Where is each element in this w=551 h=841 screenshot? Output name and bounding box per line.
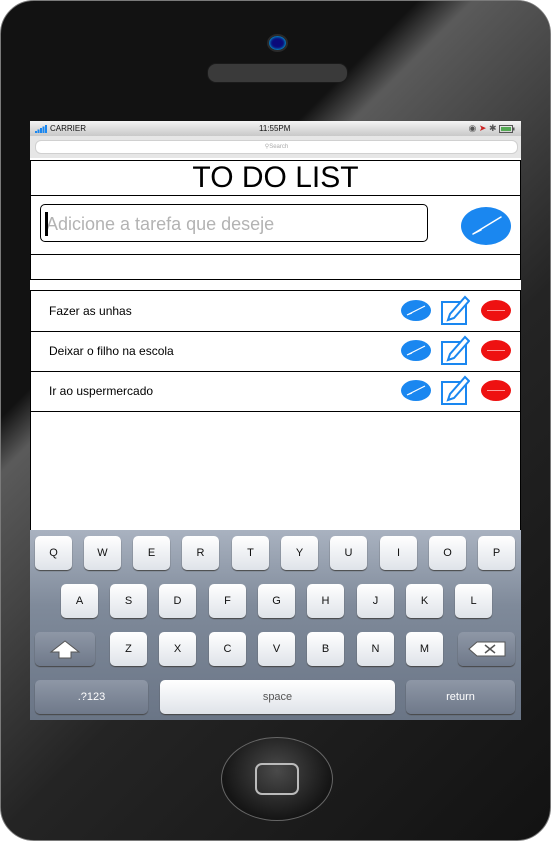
home-square-icon (255, 763, 299, 795)
task-row: Deixar o filho na escola (31, 331, 520, 372)
task-label: Fazer as unhas (49, 304, 132, 318)
key-s[interactable]: S (110, 584, 147, 618)
key-t[interactable]: T (232, 536, 269, 570)
signal-icon (35, 125, 47, 133)
key-l[interactable]: L (455, 584, 492, 618)
complete-task-button[interactable] (401, 300, 431, 321)
space-key[interactable]: space (160, 680, 395, 714)
delete-task-button[interactable] (481, 300, 511, 321)
speaker-grille (207, 63, 348, 83)
key-b[interactable]: B (307, 632, 344, 666)
task-label: Deixar o filho na escola (49, 344, 174, 358)
key-h[interactable]: H (307, 584, 344, 618)
page-title: TO DO LIST (30, 160, 521, 196)
delete-task-button[interactable] (481, 340, 511, 361)
edit-task-button[interactable] (440, 374, 470, 406)
key-e[interactable]: E (133, 536, 170, 570)
battery-icon (499, 124, 515, 133)
new-task-row: Adicione a tarefa que deseje (30, 194, 521, 255)
status-bar: CARRIER 11:55PM ◉ ➤ ✱ (30, 121, 521, 136)
key-v[interactable]: V (258, 632, 295, 666)
new-task-placeholder: Adicione a tarefa que deseje (46, 214, 275, 234)
search-bar: ⚲Search (30, 136, 521, 158)
edit-task-button[interactable] (440, 294, 470, 326)
task-label: Ir ao uspermercado (49, 384, 154, 398)
screen: CARRIER 11:55PM ◉ ➤ ✱ ⚲Search TO DO LIST… (30, 121, 521, 720)
keyboard: Q W E R T Y U I O P A S D F G H J K L Z … (30, 530, 521, 720)
shift-icon (49, 640, 81, 659)
lock-icon: ◉ (468, 123, 477, 133)
complete-task-button[interactable] (401, 340, 431, 361)
key-m[interactable]: M (406, 632, 443, 666)
clock: 11:55PM (259, 124, 291, 133)
carrier-label: CARRIER (50, 124, 87, 133)
add-task-button[interactable] (461, 207, 511, 245)
key-g[interactable]: G (258, 584, 295, 618)
key-w[interactable]: W (84, 536, 121, 570)
shift-key[interactable] (35, 632, 95, 666)
search-placeholder: Search (269, 144, 289, 150)
search-input[interactable]: ⚲Search (35, 140, 518, 154)
text-caret (45, 212, 48, 237)
return-key[interactable]: return (406, 680, 515, 714)
key-u[interactable]: U (330, 536, 367, 570)
empty-row (30, 255, 521, 280)
key-f[interactable]: F (209, 584, 246, 618)
bluetooth-icon: ✱ (488, 123, 497, 133)
backspace-key[interactable] (458, 632, 515, 666)
edit-task-button[interactable] (440, 334, 470, 366)
key-y[interactable]: Y (281, 536, 318, 570)
key-k[interactable]: K (406, 584, 443, 618)
home-button[interactable] (221, 737, 333, 821)
key-o[interactable]: O (429, 536, 466, 570)
key-c[interactable]: C (209, 632, 246, 666)
delete-task-button[interactable] (481, 380, 511, 401)
key-a[interactable]: A (61, 584, 98, 618)
backspace-icon (467, 641, 505, 657)
key-i[interactable]: I (380, 536, 417, 570)
key-p[interactable]: P (478, 536, 515, 570)
camera-icon (267, 34, 288, 52)
location-icon: ➤ (478, 123, 487, 133)
key-q[interactable]: Q (35, 536, 72, 570)
key-n[interactable]: N (357, 632, 394, 666)
complete-task-button[interactable] (401, 380, 431, 401)
key-d[interactable]: D (159, 584, 196, 618)
key-z[interactable]: Z (110, 632, 147, 666)
key-r[interactable]: R (182, 536, 219, 570)
task-row: Fazer as unhas (31, 291, 520, 332)
new-task-input[interactable]: Adicione a tarefa que deseje (40, 204, 428, 242)
key-j[interactable]: J (357, 584, 394, 618)
task-row: Ir ao uspermercado (31, 371, 520, 412)
key-x[interactable]: X (159, 632, 196, 666)
numbers-key[interactable]: .?123 (35, 680, 148, 714)
status-icons: ◉ ➤ ✱ (469, 123, 516, 134)
task-list: Fazer as unhas Deixar o filho na escola … (30, 290, 521, 531)
